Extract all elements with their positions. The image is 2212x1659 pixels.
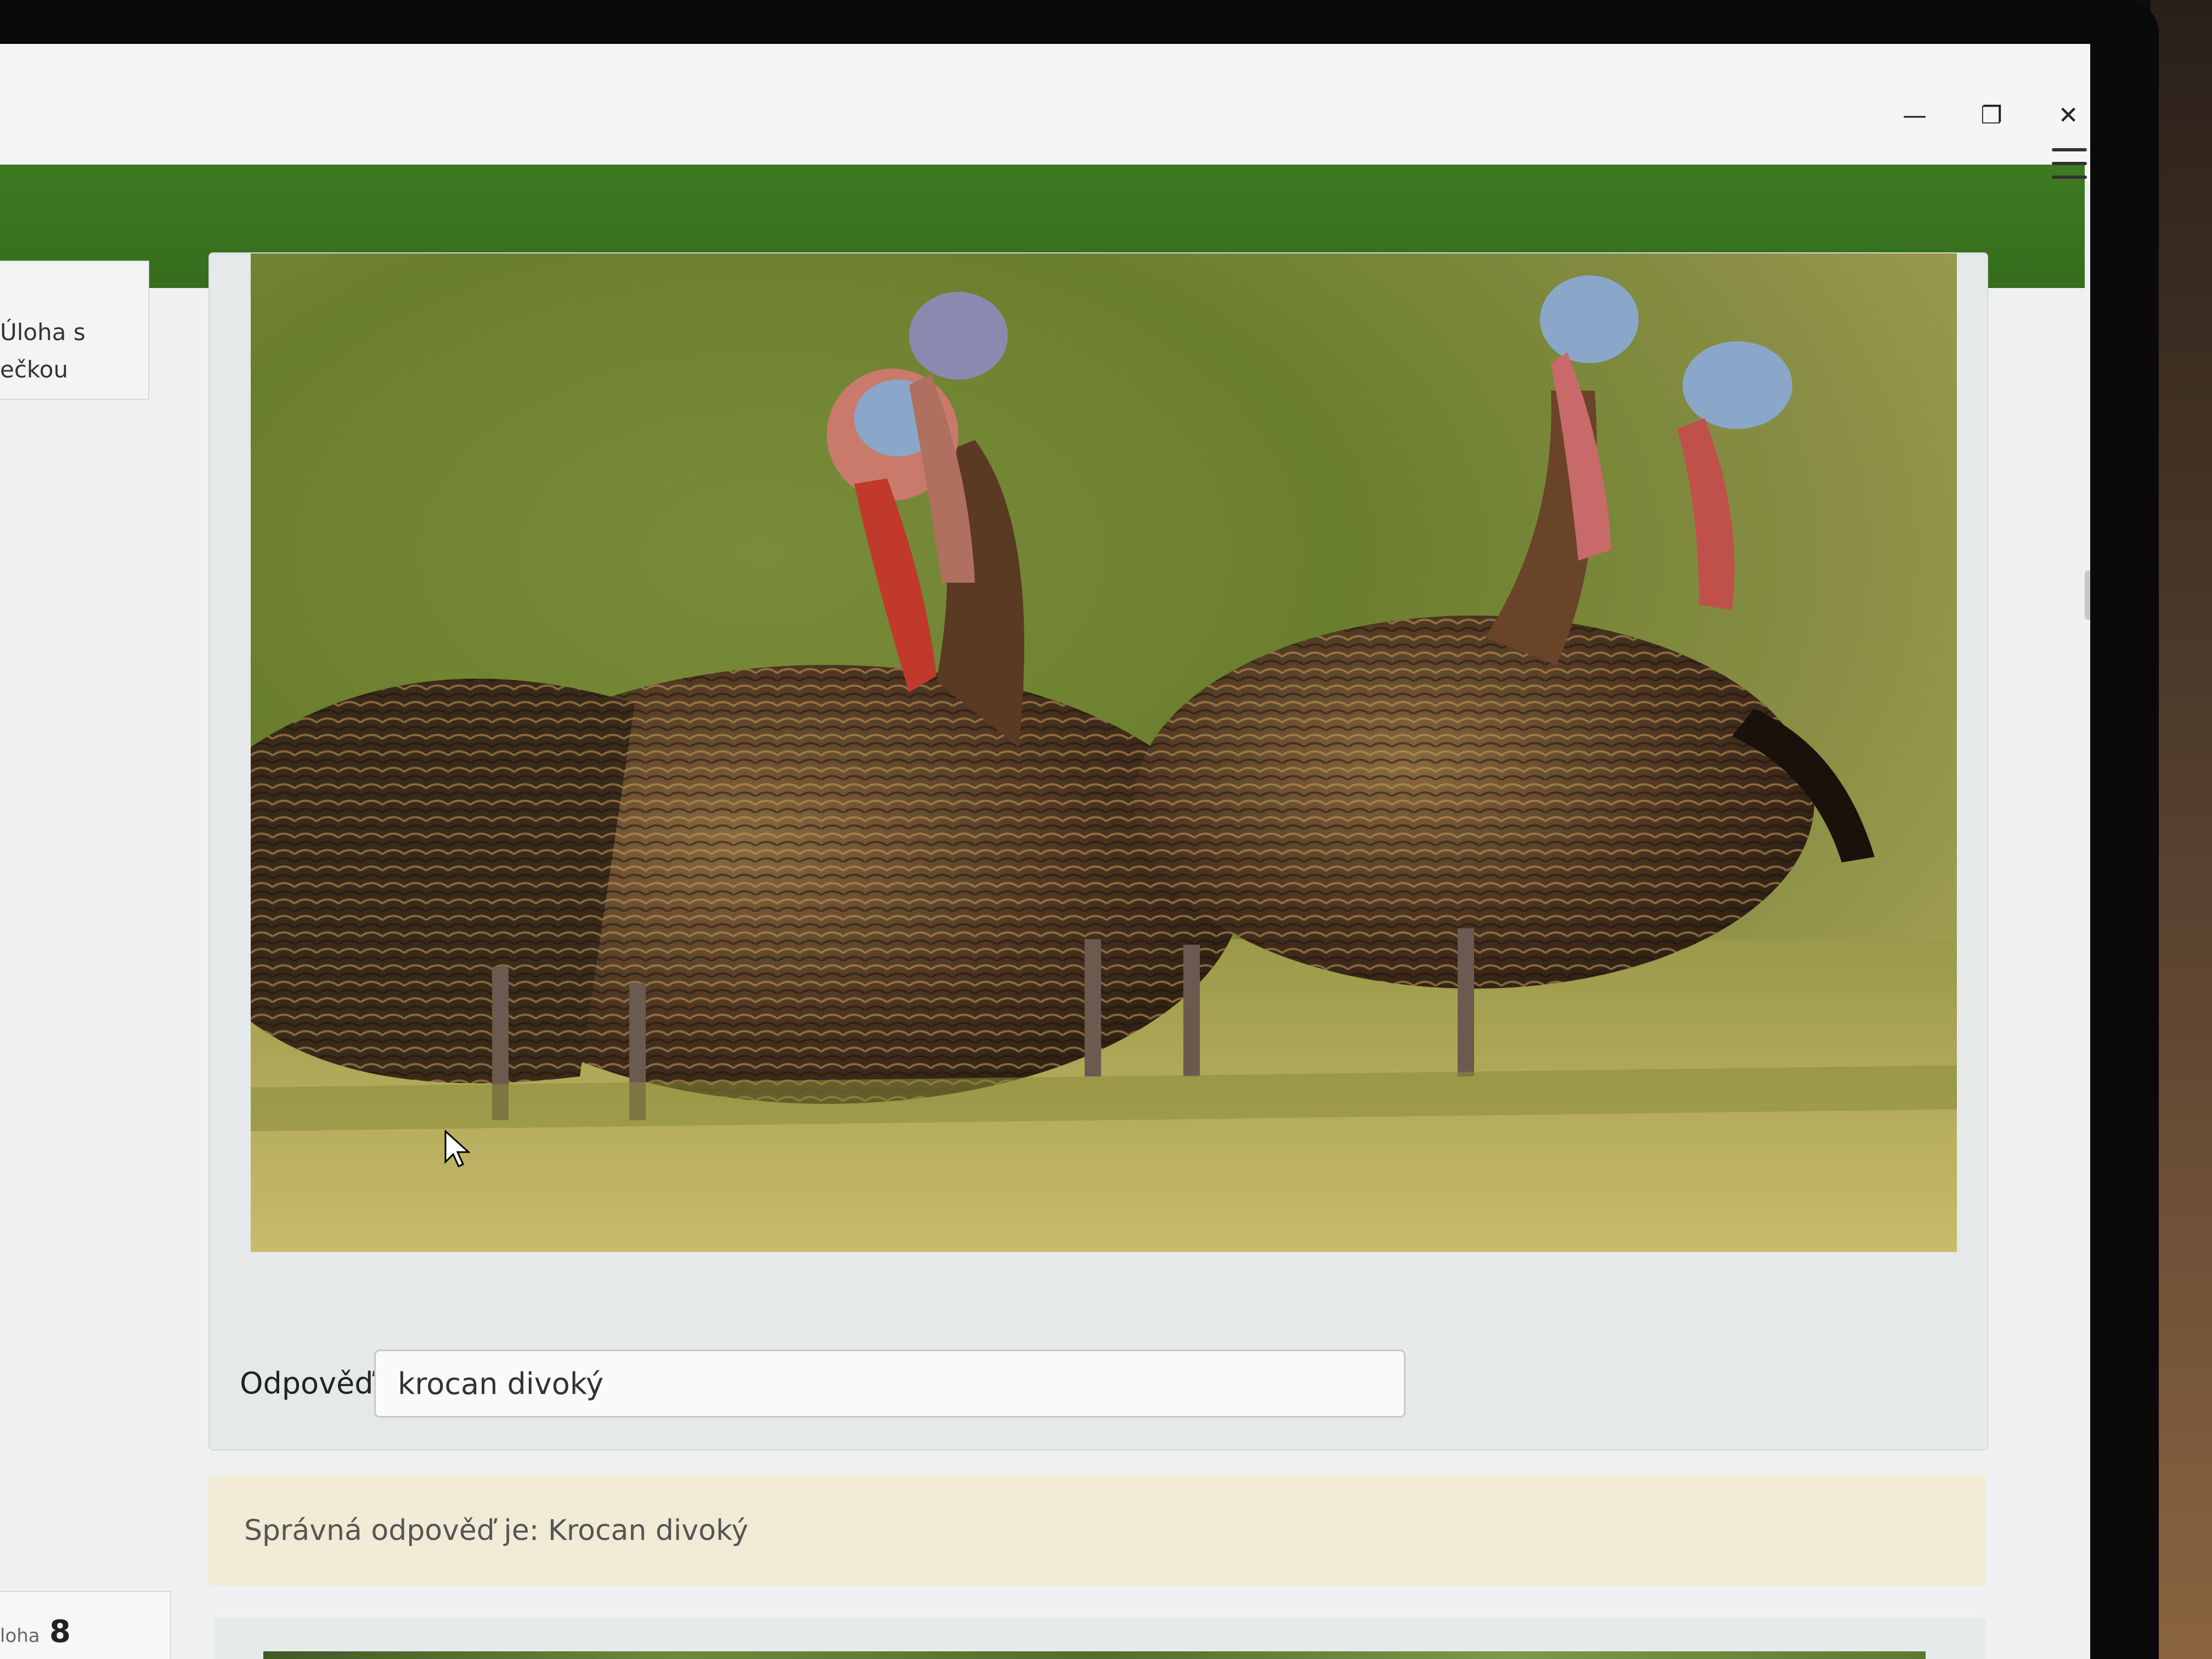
question-card: Odpověď: krocan divoký <box>208 252 1988 1451</box>
minimize-button[interactable]: — <box>1882 88 1948 143</box>
feedback-text: Správná odpověď je: Krocan divoký <box>244 1514 748 1547</box>
sidebar-task-label-line1: Úloha s <box>0 319 86 346</box>
next-question-card <box>214 1618 1986 1659</box>
scrollbar-thumb[interactable] <box>2085 571 2090 620</box>
answer-row: Odpověď: krocan divoký <box>240 1350 1502 1421</box>
next-question-photo <box>263 1651 1926 1659</box>
turkey-photo <box>251 253 1957 1252</box>
answer-input[interactable]: krocan divoký <box>374 1350 1406 1418</box>
app-screen: — ❐ ✕ Úloha s ečkou Odpověď: krocan divo… <box>0 44 2090 1659</box>
sidebar-task-number: 8 <box>49 1614 71 1650</box>
vertical-scrollbar[interactable] <box>2085 288 2090 1659</box>
sidebar-task-item-8[interactable]: loha 8 <box>0 1591 171 1659</box>
answer-label: Odpověď: <box>240 1366 383 1401</box>
maximize-button[interactable]: ❐ <box>1959 88 2024 143</box>
sidebar-task-label: loha <box>0 1625 40 1647</box>
hamburger-icon[interactable] <box>2052 148 2087 179</box>
correct-answer-feedback: Správná odpověď je: Krocan divoký <box>208 1476 1986 1585</box>
sidebar-task-label-line2: ečkou <box>0 356 69 383</box>
sidebar-task-item[interactable]: Úloha s ečkou <box>0 261 149 400</box>
window-titlebar: — ❐ ✕ <box>0 44 2090 181</box>
background-desk <box>2151 0 2212 1659</box>
close-button[interactable]: ✕ <box>2035 88 2090 143</box>
mouse-pointer-icon <box>444 1130 471 1168</box>
